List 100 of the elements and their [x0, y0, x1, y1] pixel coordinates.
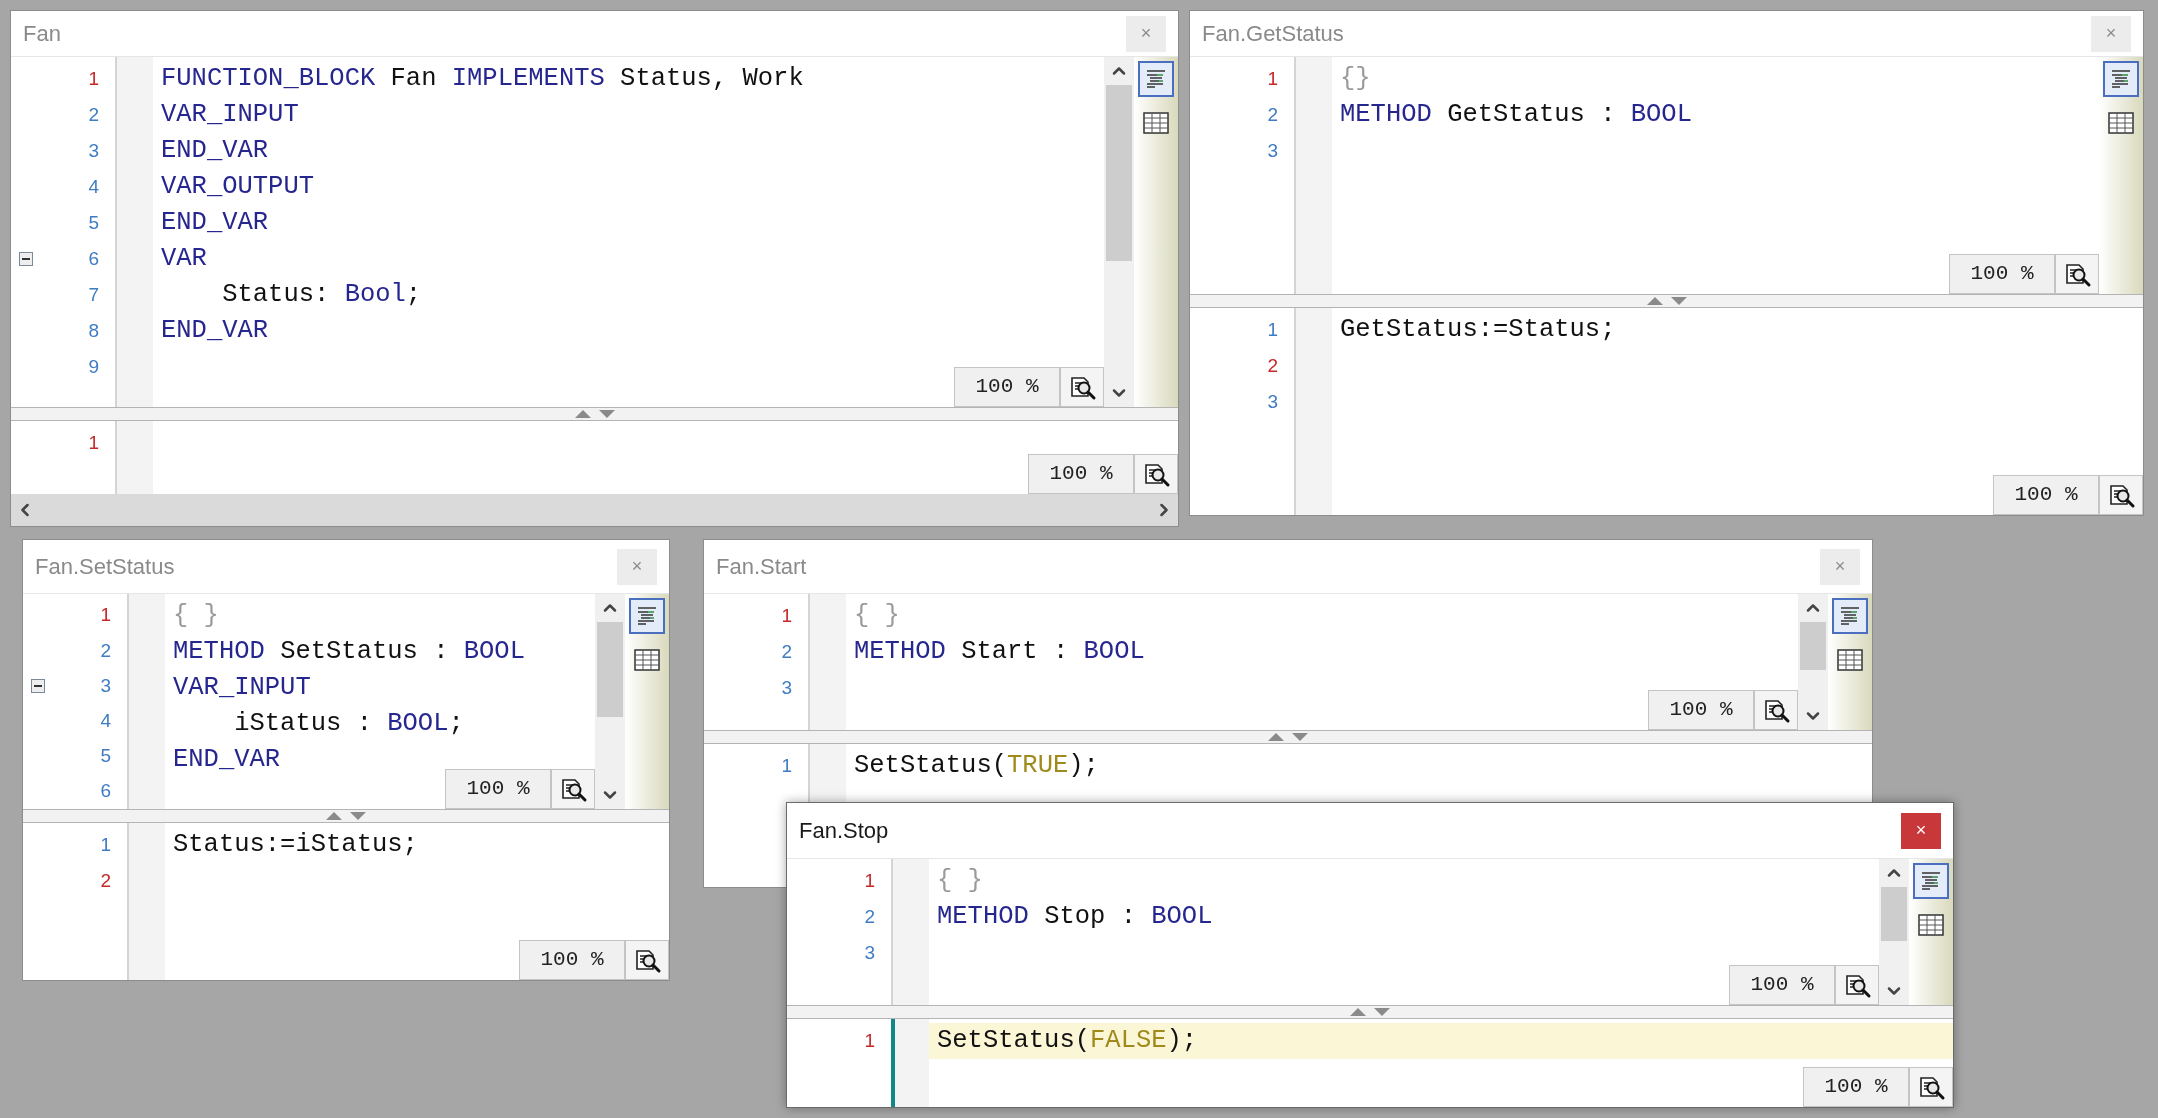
code-line: VAR_OUTPUT	[161, 171, 316, 203]
line-number: 6	[87, 246, 100, 271]
text-view-icon	[635, 604, 659, 628]
zoom-button[interactable]	[625, 940, 669, 980]
vertical-scrollbar[interactable]	[1798, 594, 1828, 730]
line-number: 1	[780, 603, 793, 628]
line-number: 5	[99, 744, 112, 768]
line-number: 2	[863, 904, 876, 929]
line-number: 2	[99, 868, 112, 893]
line-number: 2	[1266, 353, 1279, 378]
view-button[interactable]	[2103, 61, 2139, 97]
window-title: Fan	[23, 20, 61, 48]
zoom-level[interactable]: 100 %	[445, 769, 551, 809]
line-number: 3	[87, 138, 100, 163]
code-line: END_VAR	[161, 135, 270, 167]
code-line: END_VAR	[161, 207, 270, 239]
zoom-level[interactable]: 100 %	[1729, 965, 1835, 1005]
zoom-button[interactable]	[1835, 965, 1879, 1005]
splitter-arrows-icon	[1266, 732, 1310, 742]
zoom-level[interactable]: 100 %	[1648, 690, 1754, 730]
window-title: Fan.Start	[716, 553, 807, 581]
zoom-button[interactable]	[2055, 254, 2099, 294]
line-number: 3	[863, 940, 876, 965]
line-number: 5	[87, 210, 100, 235]
code-line: {}	[1340, 63, 1372, 95]
zoom-button[interactable]	[1909, 1067, 1953, 1107]
zoom-level[interactable]: 100 %	[1028, 454, 1134, 494]
vertical-scrollbar[interactable]	[1104, 57, 1134, 407]
vertical-scrollbar[interactable]	[595, 594, 625, 809]
code-line: Status:=iStatus;	[173, 829, 419, 861]
code-line: FUNCTION_BLOCK Fan IMPLEMENTS Status, Work	[161, 63, 805, 95]
window-title: Fan.GetStatus	[1202, 20, 1344, 48]
code-line: VAR_INPUT	[173, 672, 312, 704]
table-view-icon	[1837, 648, 1863, 672]
table-view-icon	[1918, 913, 1944, 937]
zoom-level[interactable]: 100 %	[1803, 1067, 1909, 1107]
code-line: { }	[937, 865, 984, 897]
text-view-icon	[2109, 67, 2133, 91]
line-number: 1	[1266, 317, 1279, 342]
zoom-button[interactable]	[1754, 690, 1798, 730]
code-line: VAR_INPUT	[161, 99, 300, 131]
line-number: 9	[87, 354, 100, 379]
code-line: GetStatus:=Status;	[1340, 314, 1617, 346]
line-number: 6	[99, 779, 112, 804]
zoom-level[interactable]: 100 %	[1993, 475, 2099, 515]
view-button[interactable]	[629, 598, 665, 634]
code-line: { }	[173, 600, 220, 632]
text-view-icon	[1838, 604, 1862, 628]
zoom-button[interactable]	[1134, 454, 1178, 494]
splitter-arrows-icon	[1348, 1007, 1392, 1017]
line-number: 3	[1266, 138, 1279, 163]
code-line: END_VAR	[173, 744, 282, 776]
view-button[interactable]	[1832, 598, 1868, 634]
line-number: 2	[99, 638, 112, 663]
line-number: 1	[99, 832, 112, 857]
window-title: Fan.Stop	[799, 817, 889, 845]
text-view-icon	[1144, 67, 1168, 91]
line-number: 2	[1266, 102, 1279, 127]
zoom-level[interactable]: 100 %	[1949, 254, 2055, 294]
line-number: 7	[87, 282, 100, 307]
zoom-button[interactable]	[1060, 367, 1104, 407]
line-number: 3	[99, 673, 112, 698]
zoom-level[interactable]: 100 %	[954, 367, 1060, 407]
vertical-scrollbar[interactable]	[1879, 859, 1909, 1005]
code-line: iStatus : BOOL;	[233, 708, 465, 740]
collapse-icon[interactable]	[31, 678, 45, 693]
line-number: 1	[1266, 66, 1279, 91]
window-title: Fan.SetStatus	[35, 553, 175, 581]
code-line: END_VAR	[161, 315, 270, 347]
horizontal-scrollbar[interactable]	[11, 494, 1178, 526]
line-number: 4	[87, 174, 100, 199]
view-button[interactable]	[1913, 863, 1949, 899]
line-number: 1	[99, 603, 112, 628]
line-number: 1	[863, 868, 876, 893]
line-number: 8	[87, 318, 100, 343]
code-line: METHOD SetStatus : BOOL	[173, 636, 526, 668]
zoom-level[interactable]: 100 %	[519, 940, 625, 980]
line-number: 2	[780, 639, 793, 664]
zoom-button[interactable]	[551, 769, 595, 809]
code-line: METHOD Stop : BOOL	[937, 901, 1214, 933]
zoom-button[interactable]	[2099, 475, 2143, 515]
line-number: 3	[780, 675, 793, 700]
code-line: Status: Bool;	[221, 279, 423, 311]
line-number: 1	[863, 1028, 876, 1053]
table-view-icon	[1143, 111, 1169, 135]
view-button[interactable]	[1138, 61, 1174, 97]
splitter-arrows-icon	[324, 811, 368, 821]
line-number: 1	[87, 430, 100, 455]
code-line: METHOD Start : BOOL	[854, 636, 1146, 668]
collapse-icon[interactable]	[19, 252, 33, 266]
line-number: 3	[1266, 389, 1279, 414]
code-line: { }	[854, 600, 901, 632]
code-line: METHOD GetStatus : BOOL	[1340, 99, 1693, 131]
code-line: VAR	[161, 243, 208, 275]
table-view-icon	[634, 648, 660, 672]
text-view-icon	[1919, 869, 1943, 893]
line-number: 1	[780, 753, 793, 778]
line-number: 2	[87, 102, 100, 127]
line-number: 4	[99, 708, 112, 733]
close-button[interactable]: ×	[1901, 812, 1941, 849]
